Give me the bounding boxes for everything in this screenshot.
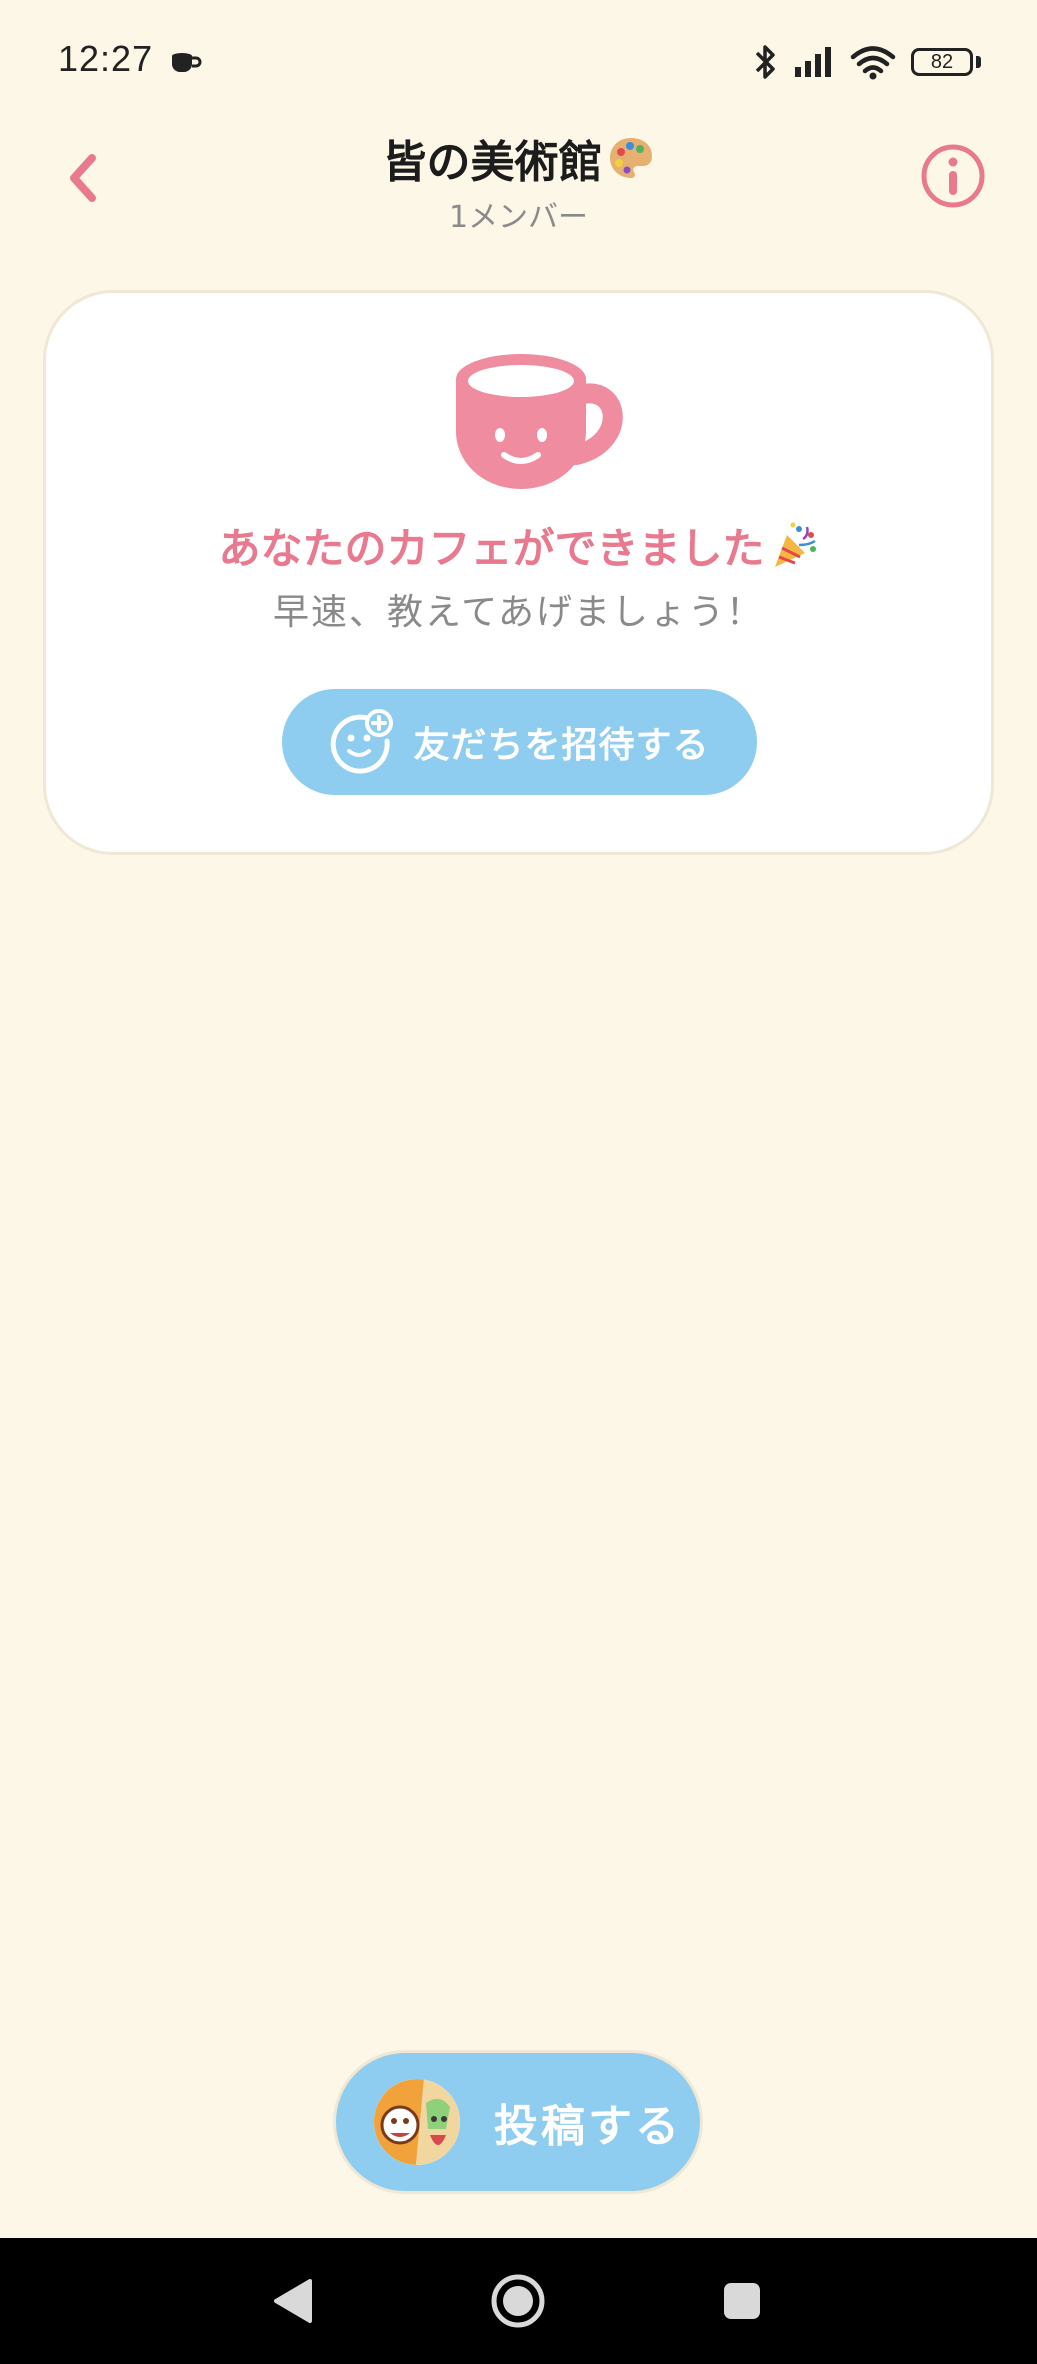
info-icon[interactable] [919,142,987,210]
signal-icon [795,47,831,77]
welcome-card: あなたのカフェができました 早速、教えてあげましょう！ 友だちを招待する [43,290,994,855]
status-time: 12:27 [58,38,154,79]
status-bar: 12:27 82 [0,0,1037,120]
bluetooth-icon [755,45,775,79]
card-heading: あなたのカフェができました [46,515,991,576]
status-icons: 82 [753,38,981,86]
avatar [374,2079,460,2165]
member-count: 1メンバー [448,200,589,235]
battery-indicator: 82 [911,46,981,78]
post-button-label: 投稿する [494,2101,682,2152]
battery-level: 82 [911,48,973,76]
coffee-cup-icon [456,354,623,489]
battery-tip [976,56,981,68]
cafe-title: 皆の美術館 [383,126,655,190]
circle-home-icon [491,2274,545,2328]
card-heading-text: あなたのカフェができました [218,524,765,573]
coffee-notification-icon [172,53,202,72]
square-recents-icon [724,2283,760,2319]
cafe-title-text: 皆の美術館 [382,137,603,188]
invite-friends-button[interactable]: 友だちを招待する [282,689,757,795]
header-title-block: 皆の美術館 1メンバー [0,126,1037,236]
nav-back-button[interactable] [262,2271,322,2331]
post-button[interactable]: 投稿する [333,2050,703,2194]
app-header: 皆の美術館 1メンバー [0,120,1037,235]
nav-home-button[interactable] [488,2271,548,2331]
invite-button-label: 友だちを招待する [413,725,710,766]
palette-icon [609,138,652,178]
nav-recents-button[interactable] [712,2271,772,2331]
card-subtext: 早速、教えてあげましょう！ [272,592,765,633]
system-nav-bar [0,2238,1037,2364]
wifi-icon [850,46,896,80]
avatar-illustration [374,2079,460,2165]
triangle-back-icon [274,2279,312,2323]
party-popper-icon [774,522,816,567]
add-friend-icon [331,709,394,774]
